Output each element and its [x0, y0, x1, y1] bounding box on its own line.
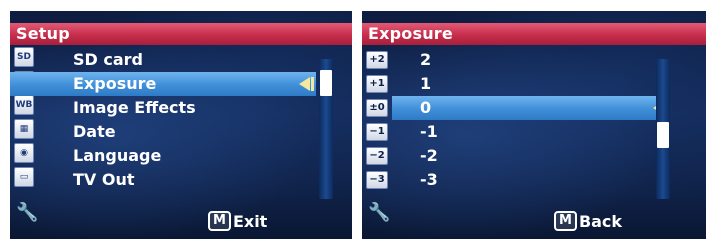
ev-option-plus-2[interactable]: +2 2 — [362, 48, 706, 72]
ev-option-minus-1[interactable]: −1 -1 — [362, 120, 706, 144]
wrench-icon: 🔧 — [16, 202, 39, 223]
menu-item-sd-card[interactable]: SD card — [10, 48, 352, 72]
exposure-scrollbar[interactable] — [656, 59, 670, 199]
exposure-screen: Exposure +2 2 +1 1 ±0 0 −1 -1 −2 -2 −3 -… — [362, 11, 706, 239]
ev-option-minus-3[interactable]: −3 -3 — [362, 168, 706, 192]
menu-item-exposure[interactable]: Exposure — [10, 72, 316, 96]
back-softkey[interactable]: M Back — [554, 211, 622, 231]
menu-item-tv-out[interactable]: TV Out — [10, 168, 352, 192]
exposure-value-list: +2 2 +1 1 ±0 0 −1 -1 −2 -2 −3 -3 — [362, 48, 706, 192]
back-label: Back — [578, 211, 623, 231]
ev-zero-icon: ±0 — [366, 99, 388, 117]
setup-scrollbar[interactable] — [319, 59, 333, 199]
exposure-title: Exposure — [362, 23, 706, 45]
menu-item-label: Exposure — [73, 74, 157, 93]
m-button-icon: M — [208, 211, 231, 231]
menu-item-date[interactable]: Date — [10, 120, 352, 144]
ev-value: -1 — [420, 122, 438, 141]
setup-screen: Setup SD +/- WB ▦ ◉ ▭ SD card Exposure I… — [10, 11, 352, 239]
ev-minus-2-icon: −2 — [366, 147, 388, 165]
selection-arrow-icon — [299, 77, 314, 91]
exposure-scroll-thumb[interactable] — [657, 122, 669, 148]
setup-scroll-thumb[interactable] — [320, 70, 332, 96]
wrench-icon: 🔧 — [368, 202, 391, 223]
setup-title: Setup — [10, 23, 352, 45]
setup-menu-list: SD card Exposure Image Effects Date Lang… — [10, 48, 352, 192]
selection-highlight — [392, 96, 670, 120]
menu-item-language[interactable]: Language — [10, 144, 352, 168]
ev-option-zero[interactable]: ±0 0 — [362, 96, 706, 120]
ev-value: 1 — [420, 74, 432, 93]
ev-value: 0 — [420, 98, 432, 117]
ev-plus-1-icon: +1 — [366, 75, 388, 93]
ev-option-minus-2[interactable]: −2 -2 — [362, 144, 706, 168]
ev-value: 2 — [420, 50, 432, 69]
exit-softkey[interactable]: M Exit — [208, 211, 267, 231]
ev-option-plus-1[interactable]: +1 1 — [362, 72, 706, 96]
exit-label: Exit — [232, 211, 268, 231]
m-button-icon: M — [554, 211, 577, 231]
ev-minus-3-icon: −3 — [366, 171, 388, 189]
menu-item-image-effects[interactable]: Image Effects — [10, 96, 352, 120]
ev-value: -2 — [420, 146, 438, 165]
ev-value: -3 — [420, 170, 438, 189]
ev-plus-2-icon: +2 — [366, 51, 388, 69]
ev-minus-1-icon: −1 — [366, 123, 388, 141]
